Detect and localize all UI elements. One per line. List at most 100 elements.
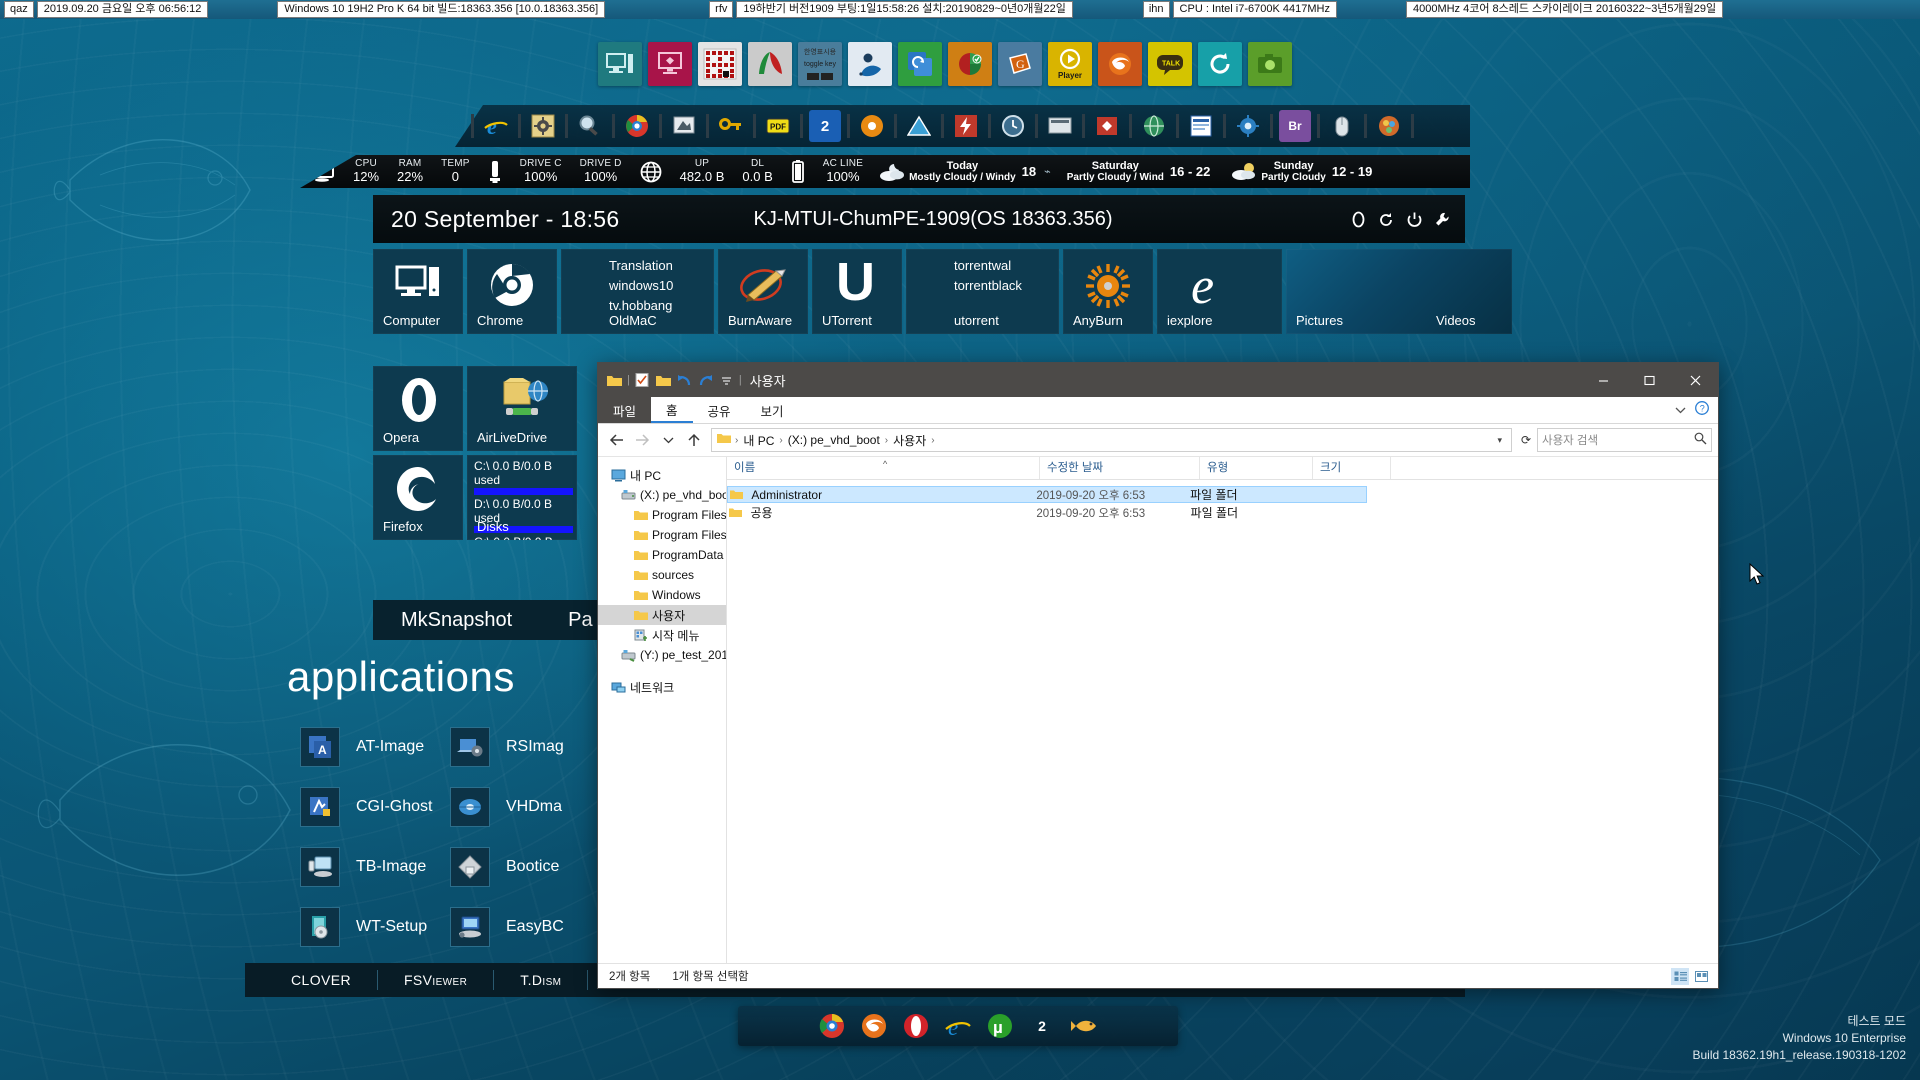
minimize-button[interactable] [1580, 363, 1626, 397]
col-date[interactable]: 수정한 날짜 [1040, 457, 1200, 479]
redo-icon[interactable] [697, 372, 714, 389]
dock1-sync-tool[interactable] [898, 42, 942, 86]
dock1-refresh-teal[interactable] [1198, 42, 1242, 86]
properties-icon[interactable] [634, 372, 651, 389]
dock2-iexplore[interactable]: e [480, 110, 512, 142]
col-name[interactable]: ^ 이름 [727, 457, 1040, 479]
mkstrip-item-pa[interactable]: Pa [568, 609, 592, 632]
dock2-number-two[interactable]: 2 [809, 110, 841, 142]
dock2-orange-disc[interactable] [856, 110, 888, 142]
new-folder-icon[interactable] [606, 372, 623, 389]
dock1-winrar[interactable] [748, 42, 792, 86]
taskdock-number-badge[interactable]: 2 [1028, 1012, 1056, 1040]
back-button[interactable] [604, 428, 628, 452]
app-rsimage[interactable]: RSImag [450, 727, 564, 767]
app-tb-image[interactable]: TB-Image [300, 847, 426, 887]
bottom-item-tdism[interactable]: T.Dism [494, 970, 589, 990]
bottom-item-clover[interactable]: CLOVER [265, 970, 378, 990]
table-row[interactable]: Administrator 2019-09-20 오후 6:53 파일 폴더 [727, 486, 1367, 503]
tile-disks[interactable]: C:\ 0.0 B/0.0 B used D:\ 0.0 B/0.0 B use… [467, 455, 577, 540]
tile-iexplore[interactable]: e iexplore [1157, 249, 1282, 334]
taskdock-chrome[interactable] [818, 1012, 846, 1040]
dock2-settings-gear[interactable] [527, 110, 559, 142]
dock2-lightning[interactable] [950, 110, 982, 142]
col-size[interactable]: 크기 [1313, 457, 1391, 479]
tile-pictures-videos[interactable]: Pictures Videos [1286, 249, 1512, 334]
nav-start-menu[interactable]: 시작 메뉴 [598, 625, 726, 645]
table-row[interactable]: 공용 2019-09-20 오후 6:53 파일 폴더 [727, 504, 1367, 521]
dock1-partition-pie[interactable] [948, 42, 992, 86]
recent-locations-button[interactable] [656, 428, 680, 452]
taskdock-utorrent[interactable]: µ [986, 1012, 1014, 1040]
app-at-image[interactable]: A AT-Image [300, 727, 424, 767]
dock1-hdd-tool[interactable] [848, 42, 892, 86]
oldmac-line-1[interactable]: Translation [609, 256, 673, 276]
dock2-gear-blue[interactable] [1232, 110, 1264, 142]
folder-icon[interactable] [655, 372, 672, 389]
info-icon[interactable] [1350, 211, 1367, 228]
undo-icon[interactable] [676, 372, 693, 389]
dock1-toggle-key[interactable]: 한영표시용 toggle key [798, 42, 842, 86]
nav-programdata[interactable]: ProgramData [598, 545, 726, 565]
crumb-drive-x[interactable]: (X:) pe_vhd_boot [785, 433, 883, 447]
dock2-magnifier[interactable] [574, 110, 606, 142]
restart-icon[interactable] [1378, 211, 1395, 228]
col-type[interactable]: 유형 [1200, 457, 1313, 479]
app-vhdman[interactable]: VHDma [450, 787, 562, 827]
search-icon[interactable] [1694, 432, 1707, 448]
app-easybcd[interactable]: EasyBC [450, 907, 564, 947]
breadcrumb[interactable]: › 내 PC › (X:) pe_vhd_boot › 사용자 › ▾ [711, 428, 1512, 452]
help-icon[interactable]: ? [1695, 400, 1709, 420]
tab-view[interactable]: 보기 [746, 397, 799, 423]
tile-burnaware[interactable]: BurnAware [718, 249, 808, 334]
taskdock-iexplore[interactable]: e [944, 1012, 972, 1040]
close-button[interactable] [1672, 363, 1718, 397]
dock2-blue-doc[interactable] [1185, 110, 1217, 142]
power-icon[interactable] [1406, 211, 1423, 228]
dock1-player[interactable]: Player [1048, 42, 1092, 86]
crumb-users[interactable]: 사용자 [890, 432, 929, 449]
nav-drive-x[interactable]: (X:) pe_vhd_boot [598, 485, 726, 505]
tile-chrome[interactable]: Chrome [467, 249, 557, 334]
tile-utorrent-links[interactable]: torrentwal torrentblack utorrent [906, 249, 1059, 334]
tab-file[interactable]: 파일 [598, 397, 652, 423]
taskdock-opera[interactable] [902, 1012, 930, 1040]
dock2-triangle-warn[interactable] [903, 110, 935, 142]
dock2-mouse-tool[interactable] [1326, 110, 1358, 142]
dock1-greenshot[interactable] [1248, 42, 1292, 86]
dock1-talk[interactable]: TALK [1148, 42, 1192, 86]
nav-windows[interactable]: Windows [598, 585, 726, 605]
tile-firefox[interactable]: Firefox [373, 455, 463, 540]
dock2-pdf[interactable]: PDF [762, 110, 794, 142]
tile-anyburn[interactable]: AnyBurn [1063, 249, 1153, 334]
mkstrip-item-mksnapshot[interactable]: MkSnapshot [401, 609, 512, 632]
nav-network[interactable]: 네트워크 [598, 677, 726, 697]
app-bootice[interactable]: Bootice [450, 847, 559, 887]
crumb-this-pc[interactable]: 내 PC [740, 432, 777, 449]
torrent-line-2[interactable]: torrentblack [954, 276, 1022, 296]
chevron-down-icon[interactable] [1675, 401, 1686, 419]
dock2-clock-tool[interactable] [997, 110, 1029, 142]
nav-users[interactable]: 사용자 [598, 605, 726, 625]
nav-program-files[interactable]: Program Files [598, 505, 726, 525]
dock2-chrome[interactable] [621, 110, 653, 142]
nav-program-files-x86[interactable]: Program Files (x8 [598, 525, 726, 545]
search-input[interactable]: 사용자 검색 [1537, 428, 1712, 452]
dock2-green-globe[interactable] [1138, 110, 1170, 142]
torrent-line-1[interactable]: torrentwal [954, 256, 1011, 276]
app-cgi-ghost[interactable]: CGI-Ghost [300, 787, 432, 827]
dock1-ghost-tool[interactable]: G [998, 42, 1042, 86]
nav-sources[interactable]: sources [598, 565, 726, 585]
tile-utorrent[interactable]: U UTorrent [812, 249, 902, 334]
nav-this-pc[interactable]: 내 PC [598, 465, 726, 485]
breadcrumb-dropdown-icon[interactable]: ▾ [1492, 435, 1507, 446]
dock2-bridge-br[interactable]: Br [1279, 110, 1311, 142]
oldmac-line-2[interactable]: windows10 [609, 276, 673, 296]
wrench-icon[interactable] [1434, 211, 1451, 228]
maximize-button[interactable] [1626, 363, 1672, 397]
dock2-terminal[interactable] [1044, 110, 1076, 142]
forward-button[interactable] [630, 428, 654, 452]
dock2-printer-tool[interactable] [668, 110, 700, 142]
dock1-keypad-grid[interactable] [698, 42, 742, 86]
dock1-diamond-monitor[interactable] [648, 42, 692, 86]
